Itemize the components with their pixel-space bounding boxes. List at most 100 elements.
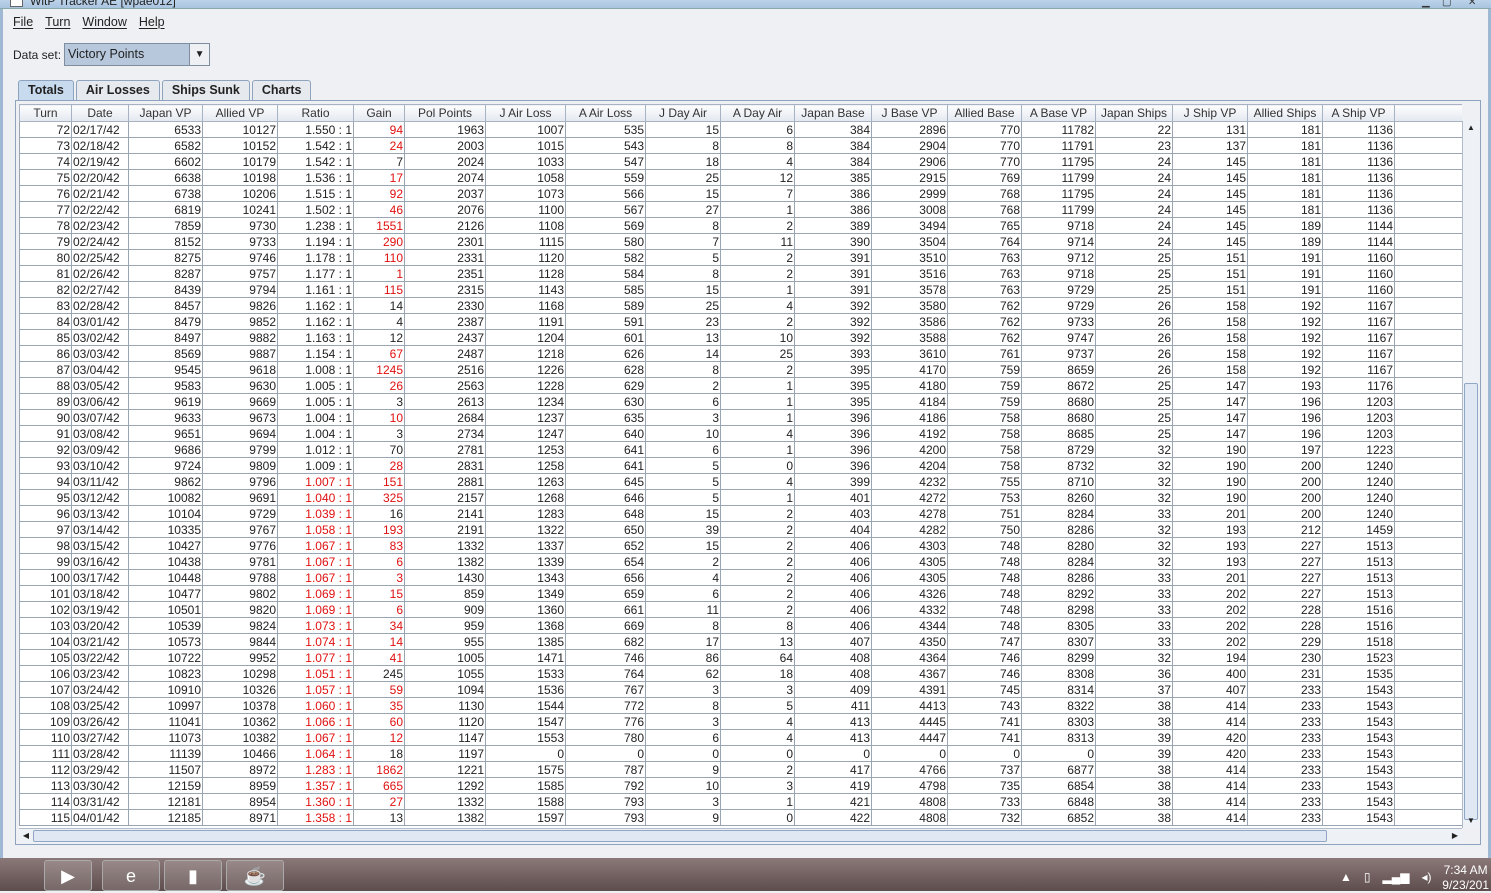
cell-j-ship-vp[interactable]: 420 [1172,729,1248,746]
cell-allied-base[interactable]: 748 [947,569,1022,586]
cell-date[interactable]: 03/24/42 [71,681,129,698]
cell-japan-ships[interactable]: 23 [1095,137,1173,154]
cell-a-day-air[interactable]: 1 [720,281,795,298]
cell-japan-vp[interactable]: 11041 [128,713,203,730]
cell-japan-vp[interactable]: 6638 [128,169,203,186]
cell-a-day-air[interactable]: 4 [720,297,795,314]
cell-japan-base[interactable]: 406 [794,537,872,554]
cell-pol-points[interactable]: 2074 [404,169,486,186]
cell-japan-vp[interactable]: 6533 [128,121,203,138]
cell-japan-vp[interactable]: 9633 [128,409,203,426]
cell-j-base-vp[interactable]: 4367 [871,665,948,682]
cell-j-day-air[interactable]: 86 [645,649,721,666]
cell-japan-vp[interactable]: 10501 [128,601,203,618]
cell-japan-base[interactable]: 404 [794,521,872,538]
cell-a-base-vp[interactable]: 9729 [1021,297,1096,314]
column-header-turn[interactable]: Turn [19,104,72,122]
cell-gain[interactable]: 1 [353,265,405,282]
cell-turn[interactable]: 115 [19,809,72,826]
cell-a-base-vp[interactable]: 8286 [1021,569,1096,586]
cell-a-base-vp[interactable]: 8659 [1021,361,1096,378]
cell-a-ship-vp[interactable]: 1203 [1322,393,1395,410]
cell-j-base-vp[interactable]: 3516 [871,265,948,282]
cell-japan-base[interactable]: 408 [794,649,872,666]
cell-j-ship-vp[interactable]: 194 [1172,649,1248,666]
cell-date[interactable]: 03/16/42 [71,553,129,570]
cell-date[interactable]: 03/30/42 [71,777,129,794]
cell-j-air-loss[interactable]: 1368 [485,617,566,634]
dataset-dropdown[interactable]: Victory Points ▼ [64,43,211,66]
cell-a-ship-vp[interactable]: 1513 [1322,537,1395,554]
cell-pol-points[interactable]: 1094 [404,681,486,698]
cell-allied-ships[interactable]: 228 [1247,617,1323,634]
cell-j-base-vp[interactable]: 4332 [871,601,948,618]
cell-ratio[interactable]: 1.004 : 1 [277,409,354,426]
cell-allied-vp[interactable]: 9781 [202,553,278,570]
cell-ratio[interactable]: 1.007 : 1 [277,473,354,490]
cell-a-base-vp[interactable]: 9729 [1021,281,1096,298]
cell-a-air-loss[interactable]: 654 [565,553,646,570]
menu-file[interactable]: File [13,15,33,29]
cell-date[interactable]: 03/25/42 [71,697,129,714]
column-header-a-ship-vp[interactable]: A Ship VP [1322,104,1395,122]
cell-allied-vp[interactable]: 9887 [202,345,278,362]
cell-allied-ships[interactable]: 181 [1247,201,1323,218]
cell-allied-vp[interactable]: 8971 [202,809,278,826]
cell-japan-base[interactable]: 384 [794,153,872,170]
cell-allied-base[interactable]: 748 [947,553,1022,570]
cell-pol-points[interactable]: 2076 [404,201,486,218]
cell-j-base-vp[interactable]: 4766 [871,761,948,778]
table-row[interactable]: 110 03/27/42 11073 10382 1.067 : 1 12 1147 1553… [19,729,1462,746]
cell-a-air-loss[interactable]: 652 [565,537,646,554]
cell-a-base-vp[interactable]: 11795 [1021,185,1096,202]
cell-japan-base[interactable]: 422 [794,809,872,826]
cell-allied-ships[interactable]: 227 [1247,537,1323,554]
cell-date[interactable]: 03/15/42 [71,537,129,554]
cell-gain[interactable]: 46 [353,201,405,218]
cell-turn[interactable]: 72 [19,121,72,138]
cell-a-day-air[interactable]: 4 [720,713,795,730]
cell-allied-ships[interactable]: 192 [1247,345,1323,362]
cell-j-air-loss[interactable]: 1228 [485,377,566,394]
cell-a-base-vp[interactable]: 8298 [1021,601,1096,618]
table-row[interactable]: 78 02/23/42 7859 9730 1.238 : 1 1551 2126 1108 5… [19,217,1462,234]
cell-a-ship-vp[interactable]: 1160 [1322,249,1395,266]
cell-a-air-loss[interactable]: 641 [565,441,646,458]
cell-j-day-air[interactable]: 3 [645,793,721,810]
cell-j-air-loss[interactable]: 1253 [485,441,566,458]
cell-turn[interactable]: 93 [19,457,72,474]
cell-a-day-air[interactable]: 1 [720,793,795,810]
cell-allied-ships[interactable]: 200 [1247,489,1323,506]
cell-japan-ships[interactable]: 24 [1095,153,1173,170]
table-row[interactable]: 93 03/10/42 9724 9809 1.009 : 1 28 2831 1258 641… [19,457,1462,474]
cell-a-ship-vp[interactable]: 1176 [1322,377,1395,394]
cell-japan-vp[interactable]: 10335 [128,521,203,538]
cell-turn[interactable]: 81 [19,265,72,282]
cell-japan-vp[interactable]: 6819 [128,201,203,218]
cell-allied-vp[interactable]: 10378 [202,697,278,714]
cell-allied-ships[interactable]: 227 [1247,553,1323,570]
cell-allied-ships[interactable]: 181 [1247,121,1323,138]
cell-allied-vp[interactable]: 10362 [202,713,278,730]
cell-japan-vp[interactable]: 8457 [128,297,203,314]
cell-j-air-loss[interactable]: 1337 [485,537,566,554]
cell-a-day-air[interactable]: 11 [720,233,795,250]
cell-japan-base[interactable]: 395 [794,361,872,378]
cell-a-air-loss[interactable]: 776 [565,713,646,730]
cell-ratio[interactable]: 1.542 : 1 [277,153,354,170]
cell-j-air-loss[interactable]: 1544 [485,697,566,714]
cell-j-day-air[interactable]: 4 [645,569,721,586]
cell-a-day-air[interactable]: 2 [720,585,795,602]
cell-japan-vp[interactable]: 6582 [128,137,203,154]
internet-explorer-icon[interactable]: e [102,860,160,891]
cell-a-base-vp[interactable]: 6854 [1021,777,1096,794]
cell-japan-ships[interactable]: 33 [1095,585,1173,602]
cell-allied-base[interactable]: 768 [947,201,1022,218]
cell-japan-ships[interactable]: 24 [1095,201,1173,218]
cell-j-base-vp[interactable]: 4186 [871,409,948,426]
cell-a-day-air[interactable]: 4 [720,729,795,746]
cell-a-air-loss[interactable]: 659 [565,585,646,602]
cell-japan-base[interactable]: 406 [794,617,872,634]
cell-turn[interactable]: 83 [19,297,72,314]
cell-a-day-air[interactable]: 18 [720,665,795,682]
